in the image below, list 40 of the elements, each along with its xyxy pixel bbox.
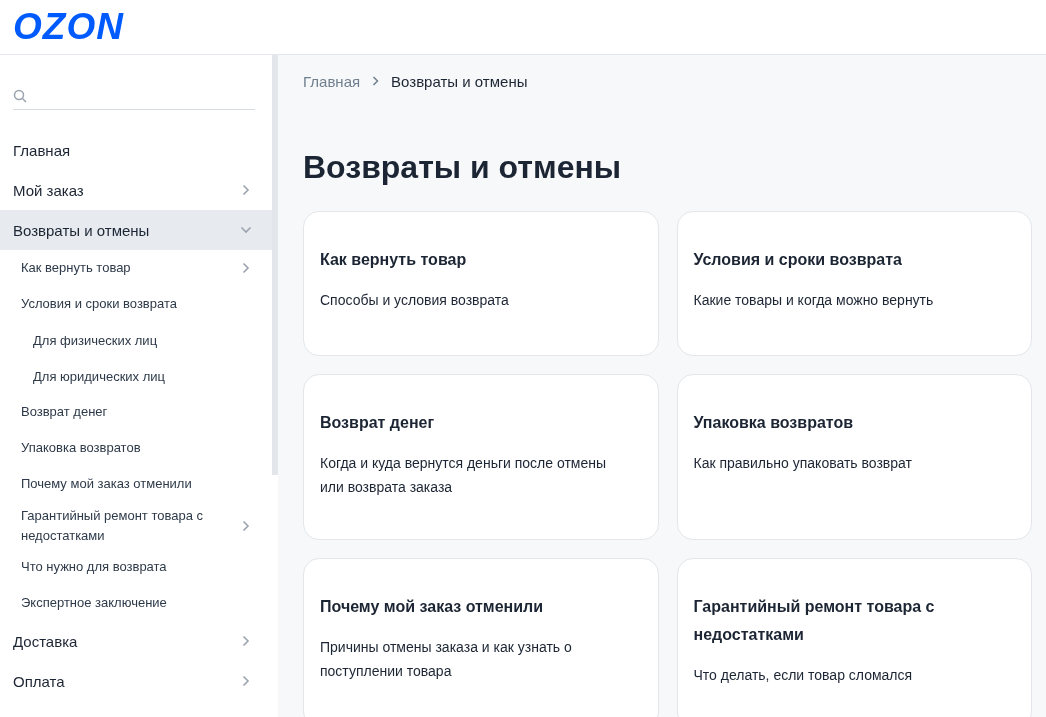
sidebar-item[interactable]: Почему мой заказ отменили — [0, 466, 272, 502]
scrollbar[interactable] — [272, 55, 278, 475]
sidebar-item[interactable]: Оплата — [0, 661, 272, 701]
sidebar-item[interactable]: Для юридических лиц — [0, 358, 272, 394]
logo[interactable]: OZON — [13, 6, 124, 48]
breadcrumb-link[interactable]: Главная — [303, 72, 361, 90]
sidebar-item[interactable]: Упаковка возвратов — [0, 430, 272, 466]
card-title: Возврат денег — [320, 413, 436, 433]
card-description: Что делать, если товар сломался — [693, 666, 914, 685]
topic-card[interactable]: Почему мой заказ отменили Причины отмены заказа и как узнать о поступлении товара — [303, 558, 659, 717]
card-title: Гарантийный ремонт товара с недостатками — [693, 597, 936, 645]
card-title: Упаковка возвратов — [693, 413, 855, 433]
sidebar-item[interactable]: Условия и сроки возврата — [0, 286, 272, 322]
sidebar-item[interactable]: Возврат денег — [0, 394, 272, 430]
breadcrumb-link[interactable]: Возвраты и отмены — [391, 72, 528, 90]
topic-card[interactable]: Гарантийный ремонт товара с недостатками Что делать, если товар сломался — [676, 558, 1032, 717]
sidebar-item[interactable]: Главная — [0, 130, 272, 170]
sidebar-item[interactable]: Что нужно для возврата — [0, 549, 272, 585]
sidebar-item[interactable]: Для физических лиц — [0, 322, 272, 358]
topic-card[interactable]: Как вернуть товар Способы и условия возврата — [303, 211, 659, 356]
sidebar-item[interactable]: Гарантийный ремонт товара с недостатками — [0, 502, 272, 549]
sidebar-item[interactable]: Экспертное заключение — [0, 585, 272, 621]
card-description: Какие товары и когда можно вернуть — [693, 291, 935, 310]
page-title: Возвраты и отмены — [303, 148, 623, 187]
card-description: Причины отмены заказа и как узнать о поступлении товара — [320, 638, 573, 681]
card-title: Условия и сроки возврата — [693, 250, 903, 270]
topic-card[interactable]: Возврат денег Когда и куда вернутся деньги после отмены или возврата заказа — [303, 374, 659, 540]
sidebar-item[interactable]: Возвраты и отмены — [0, 210, 272, 250]
chevron-right-icon — [372, 76, 380, 86]
sidebar-item[interactable]: Как вернуть товар — [0, 250, 272, 286]
sidebar-item[interactable]: Доставка — [0, 621, 272, 661]
card-description: Как правильно упаковать возврат — [693, 454, 913, 473]
search-icon — [13, 89, 27, 103]
topic-card[interactable]: Условия и сроки возврата Какие товары и когда можно вернуть — [676, 211, 1032, 356]
card-description: Когда и куда вернутся деньги после отмены или возврата заказа — [320, 454, 608, 497]
card-title: Почему мой заказ отменили — [320, 597, 545, 617]
card-title: Как вернуть товар — [320, 250, 468, 270]
card-description: Способы и условия возврата — [320, 291, 510, 310]
sidebar-item[interactable]: Мой заказ — [0, 170, 272, 210]
topic-card[interactable]: Упаковка возвратов Как правильно упаковать возврат — [676, 374, 1032, 540]
